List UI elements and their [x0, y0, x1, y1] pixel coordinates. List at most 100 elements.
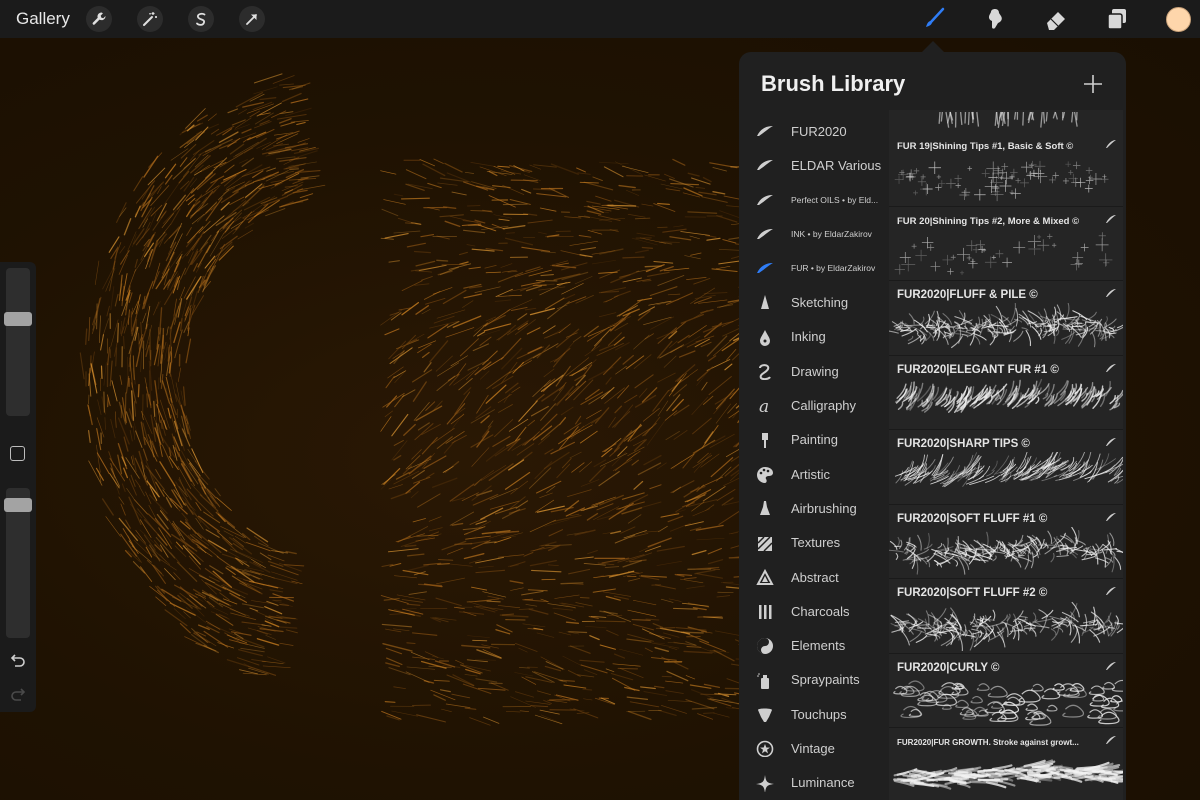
spraycan-icon — [757, 672, 769, 689]
brush-set-item[interactable]: Sketching — [739, 285, 889, 319]
brush-set-item[interactable]: INK • by EldarZakirov — [739, 217, 889, 251]
brush-set-label: Inking — [791, 329, 826, 345]
layers-icon[interactable] — [1103, 5, 1131, 33]
brush-set-label: Painting — [791, 432, 838, 448]
eraser-icon[interactable] — [1042, 5, 1070, 33]
brush-set-label: Elements — [791, 638, 846, 654]
ink-drop-icon — [760, 329, 770, 346]
brush-name: FUR2020|CURLY © — [897, 661, 1000, 674]
brush-icon[interactable] — [920, 5, 948, 33]
brush-item[interactable]: FUR2020|FUR GROWTH. Stroke against growt… — [889, 728, 1123, 800]
modify-button[interactable] — [10, 446, 25, 461]
brush-item[interactable]: FUR2020|SOFT FLUFF #2 © — [889, 579, 1123, 654]
brush-name: FUR 19|Shining Tips #1, Basic & Soft © — [897, 141, 1074, 152]
star-circle-icon — [756, 741, 774, 758]
palette-icon — [757, 466, 773, 483]
brush-set-item[interactable]: Elements — [739, 628, 889, 662]
brush-set-label: ELDAR Various — [791, 157, 882, 173]
undo-icon[interactable] — [9, 652, 27, 670]
brush-set-label: INK • by EldarZakirov — [791, 229, 872, 240]
brush-set-label: Airbrushing — [791, 500, 857, 516]
brush-stroke-preview — [893, 679, 1123, 726]
brush-item[interactable]: FUR 20|Shining Tips #2, More & Mixed © — [889, 206, 1123, 281]
brush-set-item[interactable]: Touchups — [739, 697, 889, 731]
brush-size-thumb[interactable] — [4, 312, 32, 327]
brush-stroke-preview — [889, 526, 1123, 575]
brush-set-item[interactable]: Luminance — [739, 766, 889, 800]
smudge-icon[interactable] — [981, 5, 1009, 33]
charcoal-icon — [759, 605, 772, 620]
brush-item[interactable]: FUR 19|Shining Tips #1, Basic & Soft © — [889, 132, 1123, 207]
brush-stroke-preview — [894, 160, 1109, 202]
feather-icon — [1106, 587, 1116, 595]
left-sidebar — [0, 262, 36, 712]
gallery-button[interactable]: Gallery — [16, 9, 70, 29]
feather-icon — [1106, 736, 1116, 744]
squiggle-icon — [759, 364, 771, 381]
color-picker[interactable] — [1166, 7, 1191, 32]
brush-set-item[interactable]: Artistic — [739, 457, 889, 491]
selection-icon[interactable] — [188, 6, 214, 32]
brush-set-label: Drawing — [791, 363, 839, 379]
brush-item[interactable]: FUR2020|FLUFF & PILE © — [889, 281, 1123, 356]
brush-item[interactable]: FUR2020|SHARP TIPS © — [889, 430, 1123, 505]
wrench-icon[interactable] — [86, 6, 112, 32]
brush-set-label: Sketching — [791, 295, 849, 311]
brush-stroke-preview — [890, 601, 1123, 651]
brush-set-item[interactable]: Inking — [739, 320, 889, 354]
brush-name: FUR2020|SOFT FLUFF #1 © — [897, 512, 1048, 525]
brush-list: FUR 19|Shining Tips #1, Basic & Soft © FU… — [889, 110, 1123, 800]
feather-icon — [1106, 438, 1116, 446]
opacity-thumb[interactable] — [4, 497, 32, 512]
texture-icon — [757, 536, 773, 552]
brush-name: FUR2020|FUR GROWTH. Stroke against growt… — [897, 738, 1079, 747]
feather-icon — [1106, 289, 1116, 297]
brush-set-item[interactable]: Textures — [739, 526, 889, 560]
brush-set-label: FUR2020 — [791, 123, 847, 139]
transform-arrow-icon[interactable] — [239, 6, 265, 32]
paintbrush-icon — [762, 432, 768, 448]
brush-set-label: Perfect OILS • by Eld... — [791, 194, 879, 205]
brush-preview-partial[interactable] — [889, 110, 1123, 132]
brush-set-item[interactable]: FUR • by EldarZakirov — [739, 251, 889, 285]
brush-set-item[interactable]: Painting — [739, 423, 889, 457]
brush-set-item[interactable]: FUR2020 — [739, 114, 889, 148]
brush-set-list: FUR2020 ELDAR Various Perfect OILS • by El… — [739, 114, 889, 800]
brush-name: FUR2020|FLUFF & PILE © — [897, 289, 1038, 301]
brush-set-item[interactable]: Vintage — [739, 731, 889, 765]
brush-set-item[interactable]: Charcoals — [739, 594, 889, 628]
brush-stroke-preview — [893, 759, 1123, 790]
brush-set-item[interactable]: Drawing — [739, 354, 889, 388]
add-brush-icon[interactable] — [1081, 72, 1105, 96]
brush-set-item[interactable]: Perfect OILS • by Eld... — [739, 183, 889, 217]
brush-size-slider[interactable] — [6, 268, 30, 416]
pencil-tip-icon — [761, 295, 769, 310]
brush-item[interactable]: FUR2020|ELEGANT FUR #1 © — [889, 355, 1123, 430]
airbrush-icon — [760, 501, 770, 516]
brush-set-label: Spraypaints — [791, 672, 860, 688]
touchup-icon — [758, 708, 772, 723]
brush-set-item[interactable]: Airbrushing — [739, 491, 889, 525]
yin-yang-icon — [757, 638, 773, 655]
brush-item[interactable]: FUR2020|SOFT FLUFF #1 © — [889, 504, 1123, 579]
brush-set-label: Vintage — [791, 740, 835, 756]
triangle-icon — [756, 568, 774, 585]
brush-stroke-preview — [894, 231, 1113, 275]
feather-icon — [1106, 140, 1116, 148]
brush-set-label: FUR • by EldarZakirov — [791, 263, 876, 274]
feather-icon — [1106, 512, 1116, 521]
svg-text:a: a — [759, 397, 769, 414]
brush-set-item[interactable]: ELDAR Various — [739, 148, 889, 182]
brush-set-item[interactable]: a Calligraphy — [739, 388, 889, 422]
brush-set-item[interactable]: Abstract — [739, 560, 889, 594]
brush-item[interactable]: FUR2020|CURLY © — [889, 653, 1123, 728]
brush-set-item[interactable]: Spraypaints — [739, 663, 889, 697]
magic-wand-icon[interactable] — [137, 6, 163, 32]
feather-icon — [757, 228, 773, 239]
redo-icon[interactable] — [9, 686, 27, 704]
calligraphy-a-icon: a — [759, 397, 769, 414]
brush-stroke-preview — [889, 303, 1123, 349]
sparkle-icon — [756, 774, 774, 792]
brush-stroke-preview — [894, 378, 1123, 413]
panel-title: Brush Library — [761, 71, 906, 96]
